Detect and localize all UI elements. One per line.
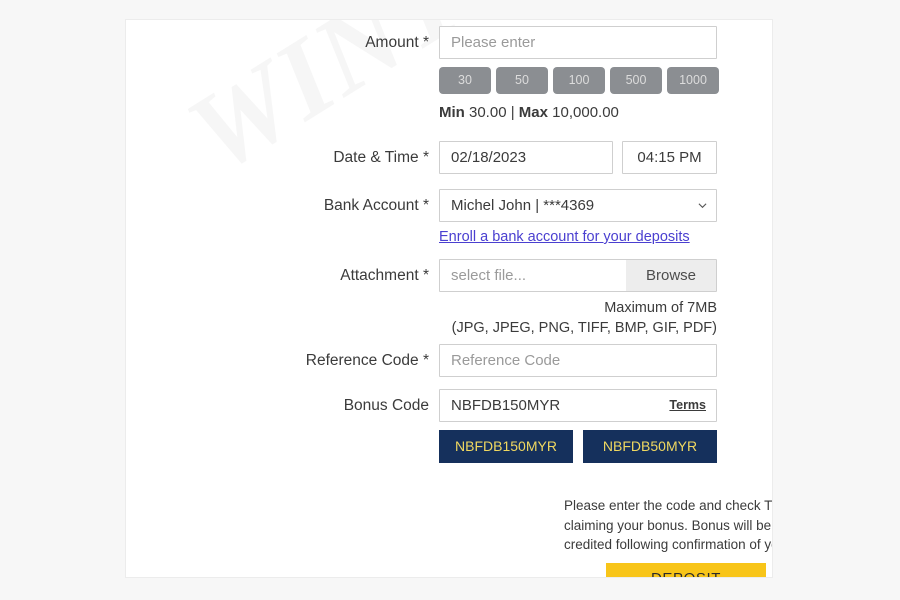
reference-code-row: Reference Code * (126, 344, 729, 377)
amount-max-value: 10,000.00 (552, 104, 619, 121)
deposit-form-card: WINTE Amount * 30 50 100 500 1000 (125, 19, 773, 578)
datetime-inputs (439, 141, 729, 174)
bank-account-required-mark: * (422, 197, 429, 214)
bonus-code-label-text: Bonus Code (343, 397, 429, 414)
quick-amount-100[interactable]: 100 (553, 67, 605, 94)
bonus-terms-note: Please enter the code and check T&Cs bef… (564, 498, 773, 552)
quick-amount-500[interactable]: 500 (610, 67, 662, 94)
datetime-row: Date & Time * (126, 141, 729, 174)
bonus-code-input-wrapper: Terms (439, 389, 717, 422)
file-input-wrapper[interactable]: select file... Browse (439, 259, 717, 292)
bank-account-label-text: Bank Account (323, 197, 419, 214)
bonus-option-nbfdb150myr[interactable]: NBFDB150MYR (439, 430, 573, 463)
attachment-label-text: Attachment (340, 267, 419, 284)
reference-code-field-column (439, 344, 729, 377)
reference-code-required-mark: * (422, 352, 429, 369)
amount-max-label: Max (518, 104, 548, 121)
time-input[interactable] (622, 141, 717, 174)
quick-amount-30[interactable]: 30 (439, 67, 491, 94)
amount-label: Amount * (126, 26, 439, 59)
datetime-label-text: Date & Time (333, 149, 419, 166)
attachment-note-size: Maximum of 7MB (604, 300, 717, 316)
reference-code-input[interactable] (439, 344, 717, 377)
datetime-label: Date & Time * (126, 141, 439, 174)
amount-limits: Min 30.00 | Max 10,000.00 (439, 104, 729, 121)
quick-amount-50[interactable]: 50 (496, 67, 548, 94)
attachment-note-types: (JPG, JPEG, PNG, TIFF, BMP, GIF, PDF) (451, 320, 717, 336)
bank-account-label: Bank Account * (126, 189, 439, 222)
amount-required-mark: * (422, 34, 429, 51)
datetime-field-column (439, 141, 729, 174)
bank-account-field-column: Michel John | ***4369 Enroll a bank acco… (439, 189, 729, 246)
attachment-required-mark: * (422, 267, 429, 284)
attachment-note: Maximum of 7MB (JPG, JPEG, PNG, TIFF, BM… (439, 298, 717, 338)
amount-label-text: Amount (365, 34, 419, 51)
deposit-button[interactable]: DEPOSIT (606, 563, 766, 577)
terms-link[interactable]: Terms (669, 398, 706, 412)
file-name-text: select file... (451, 267, 527, 284)
bonus-code-label: Bonus Code (126, 389, 439, 422)
amount-min-label: Min (439, 104, 465, 121)
page-root: WINTE Amount * 30 50 100 500 1000 (0, 0, 900, 600)
amount-input[interactable] (439, 26, 717, 59)
bank-account-select-wrapper: Michel John | ***4369 (439, 189, 717, 222)
bonus-code-field-column: Terms NBFDB150MYR NBFDB50MYR (439, 389, 729, 463)
reference-code-label-text: Reference Code (305, 352, 419, 369)
datetime-required-mark: * (422, 149, 429, 166)
attachment-label: Attachment * (126, 259, 439, 292)
browse-button[interactable]: Browse (626, 260, 716, 291)
attachment-field-column: select file... Browse Maximum of 7MB (JP… (439, 259, 729, 338)
reference-code-label: Reference Code * (126, 344, 439, 377)
quick-amount-buttons: 30 50 100 500 1000 (439, 67, 729, 94)
quick-amount-1000[interactable]: 1000 (667, 67, 719, 94)
bonus-code-options: NBFDB150MYR NBFDB50MYR (439, 430, 729, 463)
amount-limits-separator: | (510, 104, 515, 121)
amount-row: Amount * 30 50 100 500 1000 Min 30.00 (126, 26, 729, 121)
bonus-code-row: Bonus Code Terms NBFDB150MYR NBFDB50MYR (126, 389, 729, 463)
amount-min-value: 30.00 (469, 104, 507, 121)
bonus-option-nbfdb50myr[interactable]: NBFDB50MYR (583, 430, 717, 463)
bank-account-select[interactable]: Michel John | ***4369 (439, 189, 717, 222)
bank-account-row: Bank Account * Michel John | ***4369 Enr… (126, 189, 729, 246)
amount-field-column: 30 50 100 500 1000 Min 30.00 | Max 10,00… (439, 26, 729, 121)
date-input[interactable] (439, 141, 613, 174)
enroll-bank-account-link[interactable]: Enroll a bank account for your deposits (439, 229, 690, 245)
attachment-row: Attachment * select file... Browse Maxim… (126, 259, 729, 338)
